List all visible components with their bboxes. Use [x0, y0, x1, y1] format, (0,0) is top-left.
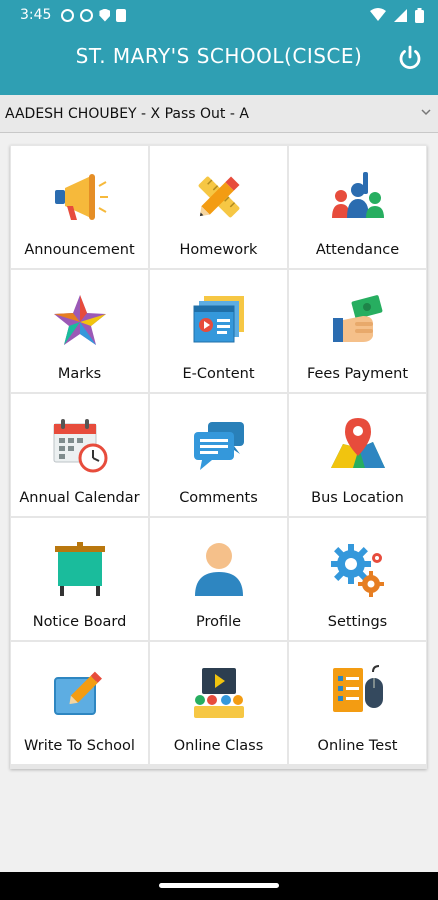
menu-item-label: Settings	[327, 614, 388, 630]
menu-grid: Announcement Homework Attendance Marks E…	[10, 145, 427, 769]
menu-item-write-to-school[interactable]: Write To School	[11, 642, 148, 764]
pencil-ruler-icon	[198, 176, 240, 218]
menu-item-comments[interactable]: Comments	[150, 394, 287, 516]
menu-item-label: Marks	[57, 366, 102, 382]
easel-board-icon	[55, 542, 105, 596]
menu-item-label: Comments	[179, 490, 258, 506]
menu-item-label: Profile	[195, 614, 242, 630]
battery-icon	[415, 7, 424, 23]
online-class-icon	[194, 668, 244, 718]
menu-item-settings[interactable]: Settings	[289, 518, 426, 640]
megaphone-icon	[55, 174, 108, 220]
menu-item-label: Homework	[179, 242, 258, 258]
student-selector[interactable]: AADESH CHOUBEY - X Pass Out - A	[0, 95, 438, 133]
system-icons	[370, 7, 424, 23]
notification-app-icon-2	[80, 8, 94, 22]
menu-item-label: Fees Payment	[306, 366, 409, 382]
video-content-icon	[193, 296, 244, 343]
menu-item-online-class[interactable]: Online Class	[150, 642, 287, 764]
test-mouse-icon	[333, 665, 383, 712]
chat-bubbles-icon	[194, 422, 244, 470]
menu-item-label: Attendance	[315, 242, 400, 258]
menu-item-annual-calendar[interactable]: Annual Calendar	[11, 394, 148, 516]
user-profile-icon	[195, 543, 243, 596]
menu-item-online-test[interactable]: Online Test	[289, 642, 426, 764]
menu-item-label: Bus Location	[311, 490, 404, 506]
star-icon	[54, 295, 106, 345]
power-icon[interactable]	[396, 44, 424, 72]
wifi-icon	[370, 8, 386, 21]
home-gesture-handle[interactable]	[159, 883, 279, 888]
page-title: ST. MARY'S SCHOOL(CISCE)	[75, 44, 363, 68]
notification-icons	[61, 8, 127, 22]
raised-hands-icon	[332, 172, 384, 218]
chevron-down-icon	[421, 109, 431, 116]
system-navigation-bar	[0, 872, 438, 900]
gears-icon	[331, 544, 384, 597]
menu-item-label: E-Content	[182, 366, 255, 382]
menu-item-label: Online Test	[317, 738, 398, 754]
menu-item-label: Notice Board	[32, 614, 127, 630]
shield-icon	[99, 8, 111, 22]
menu-item-e-content[interactable]: E-Content	[150, 270, 287, 392]
menu-item-label: Online Class	[173, 738, 264, 754]
menu-item-profile[interactable]: Profile	[150, 518, 287, 640]
signal-icon	[394, 8, 407, 22]
menu-item-label: Annual Calendar	[19, 490, 140, 506]
calendar-clock-icon	[53, 419, 108, 473]
app-bar: 3:45 ST. MARY'S SCHOOL(CISCE)	[0, 0, 438, 95]
menu-item-marks[interactable]: Marks	[11, 270, 148, 392]
sim-card-icon	[116, 8, 127, 22]
student-selector-value: AADESH CHOUBEY - X Pass Out - A	[5, 105, 249, 122]
status-time: 3:45	[20, 7, 52, 23]
map-pin-icon	[331, 418, 385, 468]
menu-item-label: Announcement	[24, 242, 135, 258]
menu-item-announcement[interactable]: Announcement	[11, 146, 148, 268]
menu-item-fees-payment[interactable]: Fees Payment	[289, 270, 426, 392]
menu-item-bus-location[interactable]: Bus Location	[289, 394, 426, 516]
menu-item-homework[interactable]: Homework	[150, 146, 287, 268]
notification-app-icon	[61, 8, 75, 22]
menu-item-notice-board[interactable]: Notice Board	[11, 518, 148, 640]
status-bar: 3:45	[0, 0, 438, 30]
menu-item-attendance[interactable]: Attendance	[289, 146, 426, 268]
write-note-icon	[54, 671, 102, 715]
menu-item-label: Write To School	[24, 738, 135, 754]
cash-hand-icon	[333, 295, 383, 342]
